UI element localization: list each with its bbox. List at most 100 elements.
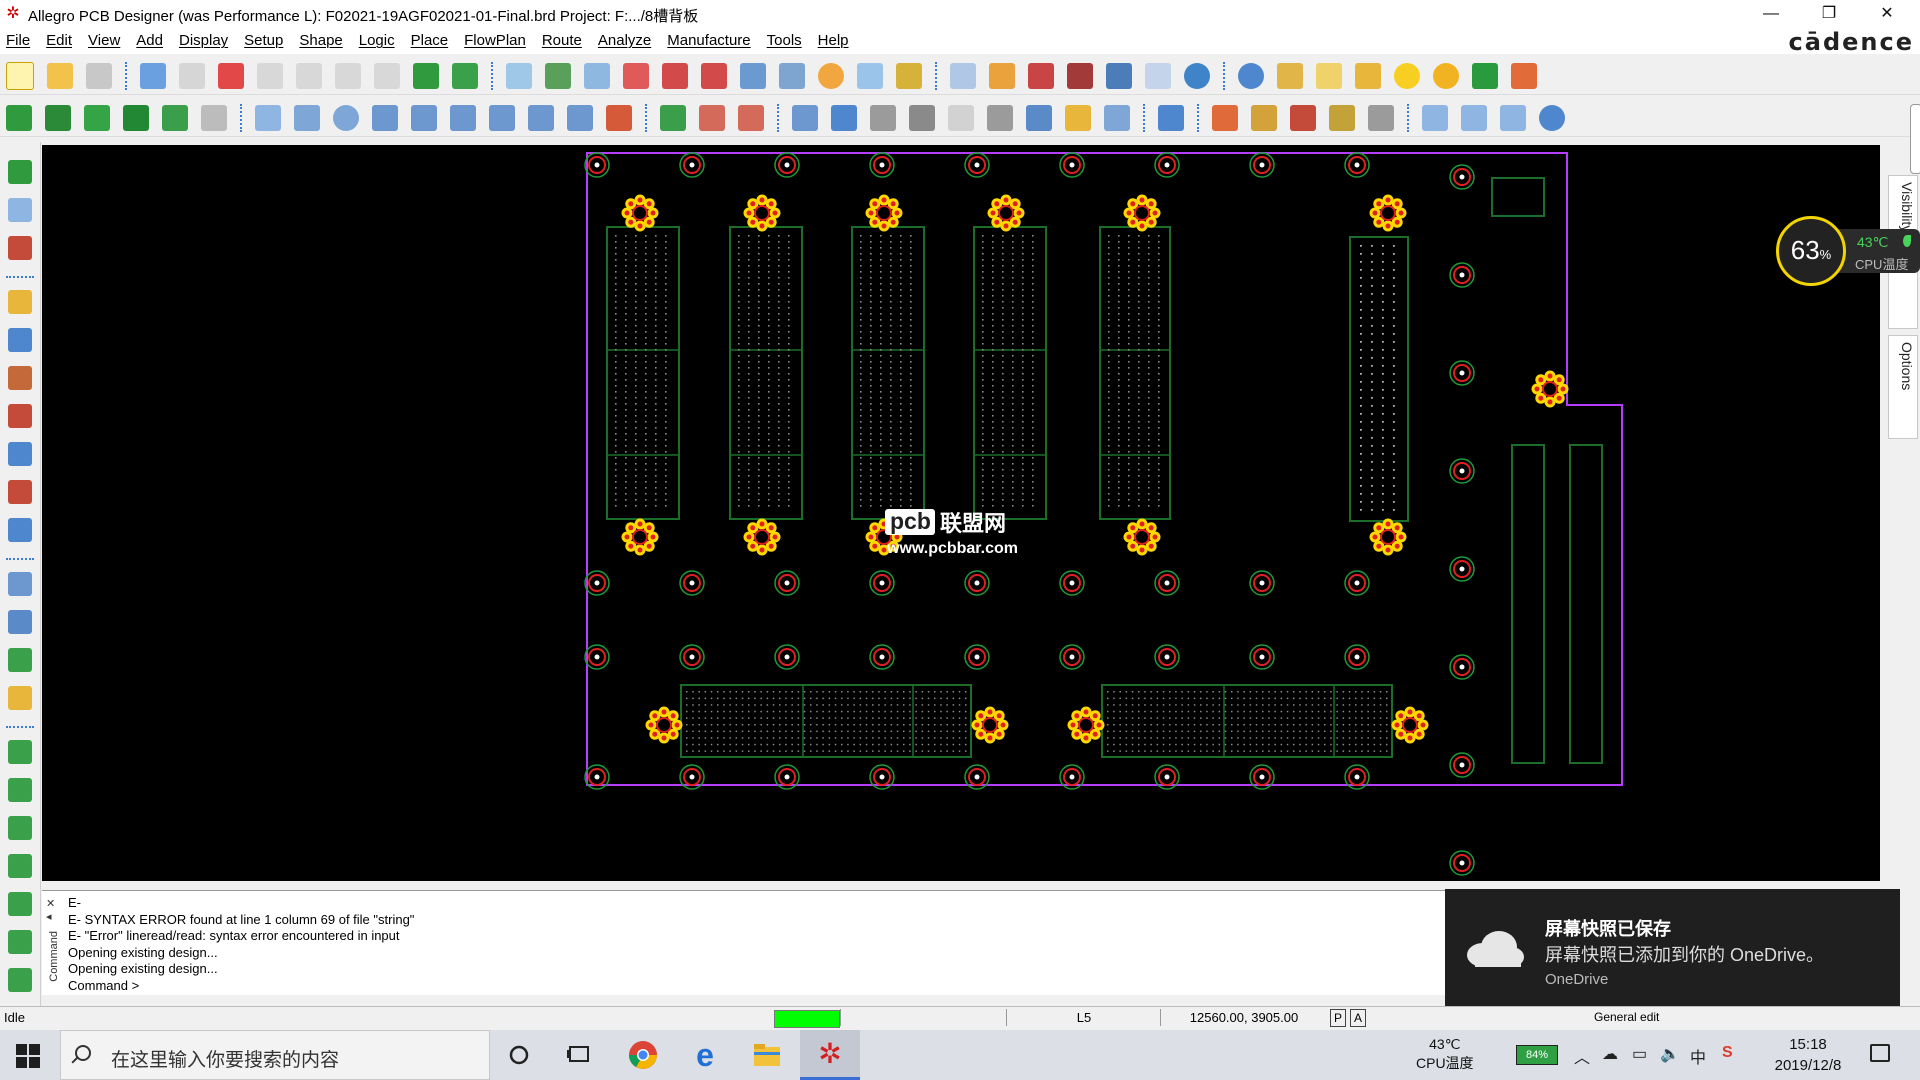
drc-icon[interactable] xyxy=(1026,105,1052,131)
redo-down-icon[interactable] xyxy=(374,63,400,89)
flip-icon[interactable] xyxy=(896,63,922,89)
close-button[interactable]: ✕ xyxy=(1858,0,1916,28)
nc-route-icon[interactable] xyxy=(1368,105,1394,131)
shape-edit-icon[interactable] xyxy=(411,105,437,131)
onedrive-tray-icon[interactable]: ☁ xyxy=(1602,1044,1618,1064)
pin-icon[interactable] xyxy=(452,63,478,89)
taskbar-clock[interactable]: 15:18 2019/12/8 xyxy=(1768,1034,1848,1076)
notification-icon[interactable] xyxy=(1870,1044,1890,1062)
save-icon[interactable] xyxy=(86,63,112,89)
menu-file[interactable]: File xyxy=(6,32,30,49)
menu-shape[interactable]: Shape xyxy=(299,32,342,49)
copy-icon[interactable] xyxy=(179,63,205,89)
undo-down-icon[interactable] xyxy=(296,63,322,89)
grid-toggle-icon[interactable] xyxy=(506,63,532,89)
add-line-tool-icon[interactable] xyxy=(8,572,32,596)
status-a-box[interactable]: A xyxy=(1350,1009,1366,1027)
gerber-icon[interactable] xyxy=(1290,105,1316,131)
zoom-center-icon[interactable] xyxy=(779,63,805,89)
chevron-up-icon[interactable]: ︿ xyxy=(1574,1044,1590,1068)
report-icon[interactable] xyxy=(1511,63,1537,89)
refdes-place-icon[interactable] xyxy=(8,198,32,222)
layer-plane-icon[interactable] xyxy=(123,105,149,131)
sogou-icon[interactable]: S xyxy=(1722,1044,1733,1062)
table-icon[interactable] xyxy=(1145,63,1171,89)
script-icon[interactable] xyxy=(1065,105,1091,131)
menu-tools[interactable]: Tools xyxy=(767,32,802,49)
help-icon[interactable] xyxy=(1539,105,1565,131)
etch-icon[interactable] xyxy=(8,778,32,802)
refdes-icon[interactable] xyxy=(948,105,974,131)
sun-icon[interactable] xyxy=(1394,63,1420,89)
select-shape-icon[interactable] xyxy=(372,105,398,131)
grid-tool-icon[interactable] xyxy=(8,892,32,916)
pin-icon[interactable]: ◂ xyxy=(46,910,60,923)
dimension-icon[interactable] xyxy=(699,105,725,131)
move-icon[interactable] xyxy=(140,63,166,89)
panel-icon[interactable] xyxy=(1422,105,1448,131)
menu-display[interactable]: Display xyxy=(179,32,228,49)
redo-icon[interactable] xyxy=(335,63,361,89)
status-p-box[interactable]: P xyxy=(1330,1009,1346,1027)
restore-button[interactable]: ❐ xyxy=(1800,0,1858,28)
delete-icon[interactable] xyxy=(218,63,244,89)
zoom-world-icon[interactable] xyxy=(740,63,766,89)
artwork-icon[interactable] xyxy=(1212,105,1238,131)
fanout-icon[interactable] xyxy=(8,404,32,428)
command-window[interactable]: ✕ ◂ Command E- E- SYNTAX ERROR found at … xyxy=(42,890,1452,995)
via-icon[interactable] xyxy=(8,740,32,764)
hourglass-icon[interactable] xyxy=(1472,63,1498,89)
layer-inner-icon[interactable] xyxy=(45,105,71,131)
manufacture-icon[interactable] xyxy=(1251,105,1277,131)
layer-signal-icon[interactable] xyxy=(162,105,188,131)
slide-icon[interactable] xyxy=(8,328,32,352)
undo-icon[interactable] xyxy=(257,63,283,89)
edge-icon[interactable]: e xyxy=(688,1038,722,1072)
add-text-icon[interactable] xyxy=(8,648,32,672)
minimize-button[interactable]: — xyxy=(1742,0,1800,28)
split-plane-icon[interactable] xyxy=(8,930,32,954)
shape-void-icon[interactable] xyxy=(489,105,515,131)
waveform-icon[interactable] xyxy=(1158,105,1184,131)
highlight-icon[interactable] xyxy=(1355,63,1381,89)
taskbar-search[interactable]: 在这里输入你要搜索的内容 xyxy=(60,1030,490,1080)
dehighlight-icon[interactable] xyxy=(1433,63,1459,89)
export-icon[interactable] xyxy=(1500,105,1526,131)
volume-muted-icon[interactable]: 🔈 xyxy=(1660,1044,1680,1064)
task-view-icon[interactable] xyxy=(562,1038,596,1072)
cut-icon[interactable] xyxy=(8,968,32,992)
property-icon[interactable] xyxy=(1277,63,1303,89)
new-file-icon[interactable] xyxy=(6,62,34,90)
menu-flowplan[interactable]: FlowPlan xyxy=(464,32,526,49)
windows-start-icon[interactable] xyxy=(14,1042,42,1070)
camera-icon[interactable] xyxy=(909,105,935,131)
cortana-icon[interactable] xyxy=(502,1038,536,1072)
open-folder-icon[interactable] xyxy=(47,63,73,89)
cross-section-icon[interactable] xyxy=(1106,63,1132,89)
menu-analyze[interactable]: Analyze xyxy=(598,32,651,49)
layer-blank-icon[interactable] xyxy=(201,105,227,131)
connect-icon[interactable] xyxy=(8,290,32,314)
menu-place[interactable]: Place xyxy=(411,32,449,49)
zoom-out-icon[interactable] xyxy=(701,63,727,89)
tab-options[interactable]: Options xyxy=(1888,335,1918,439)
onedrive-toast[interactable]: 屏幕快照已保存 屏幕快照已添加到你的 OneDrive。 OneDrive xyxy=(1445,889,1900,1014)
drill-icon[interactable] xyxy=(1329,105,1355,131)
menu-help[interactable]: Help xyxy=(818,32,849,49)
battery-tray-icon[interactable]: ▭ xyxy=(1632,1044,1647,1064)
menu-route[interactable]: Route xyxy=(542,32,582,49)
add-circle-icon[interactable] xyxy=(333,105,359,131)
add-rect-tool-icon[interactable] xyxy=(8,610,32,634)
shape-circle-void-icon[interactable] xyxy=(528,105,554,131)
info-icon[interactable] xyxy=(1238,63,1264,89)
panel-scrollbar[interactable] xyxy=(1910,104,1920,174)
globe-icon[interactable] xyxy=(1184,63,1210,89)
layer-top-icon[interactable] xyxy=(6,105,32,131)
design-canvas[interactable]: pcb 联盟网 www.pcbbar.com xyxy=(42,145,1880,881)
command-prompt[interactable]: Command > xyxy=(68,978,414,995)
zoom-points-icon[interactable] xyxy=(584,63,610,89)
flag-icon[interactable] xyxy=(987,105,1013,131)
zoom-in-icon[interactable] xyxy=(662,63,688,89)
menu-setup[interactable]: Setup xyxy=(244,32,283,49)
place-manual-icon[interactable] xyxy=(8,160,32,184)
